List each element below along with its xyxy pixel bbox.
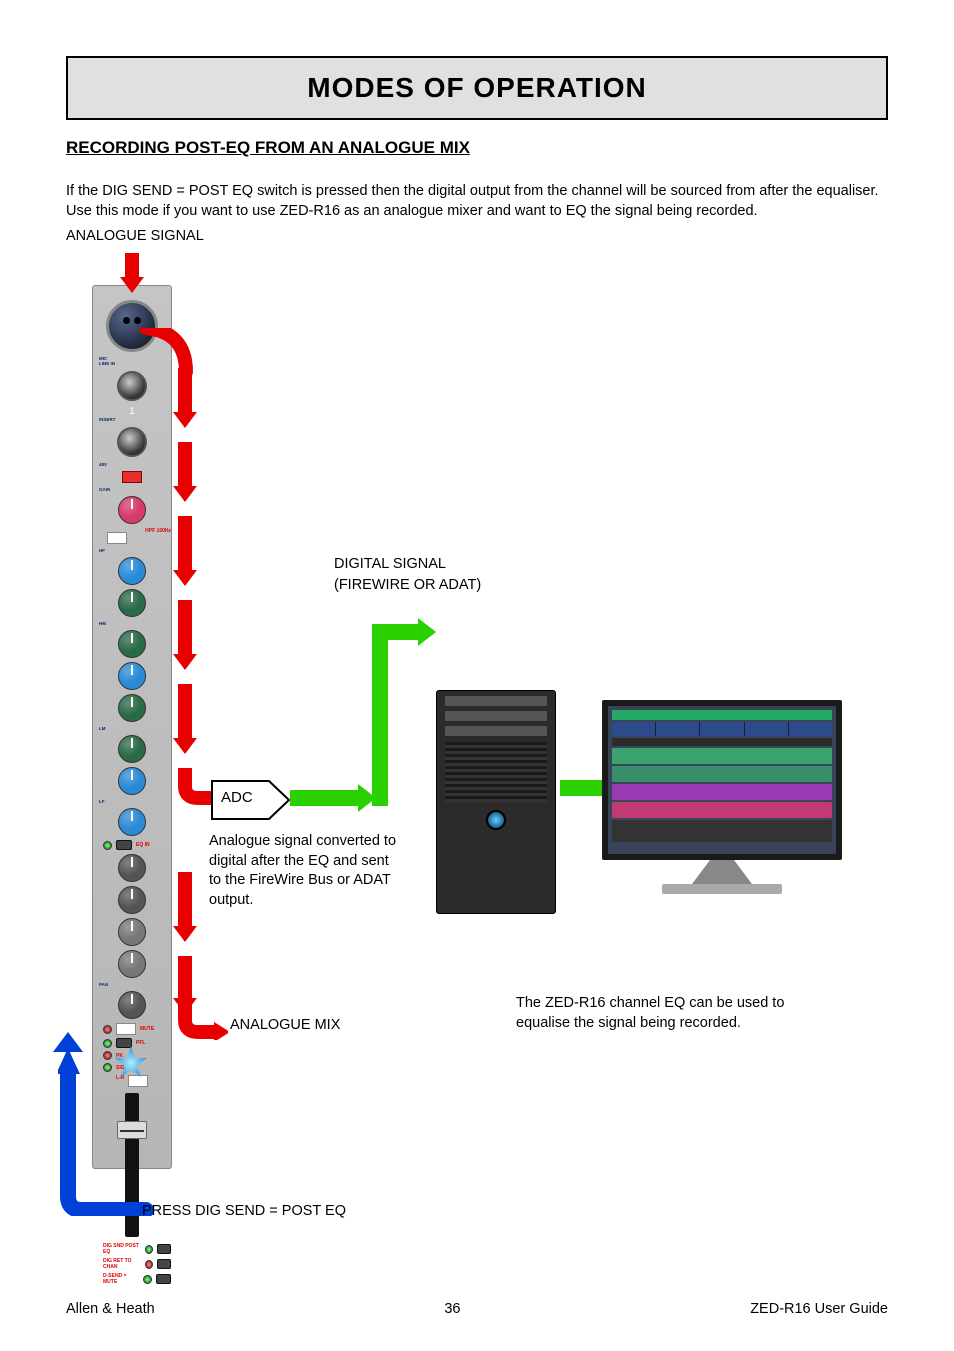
- section-heading: RECORDING POST-EQ FROM AN ANALOGUE MIX: [66, 138, 888, 158]
- eq-in-label: EQ IN: [136, 842, 150, 848]
- lf-label: LF: [99, 799, 105, 804]
- line-in-label: LINE IN: [99, 361, 115, 366]
- mute-led: [103, 1025, 112, 1034]
- signal-arrow-3-icon: [178, 516, 192, 572]
- dig-ret-label: DIG RET TO CHAN: [103, 1258, 141, 1270]
- mix-branch-arrow-icon: [178, 1002, 228, 1040]
- hm-label: HM: [99, 621, 106, 626]
- dig-send-pointer-arrow-icon: [58, 1046, 158, 1216]
- analogue-mix-label: ANALOGUE MIX: [230, 1016, 340, 1036]
- footer-left: Allen & Heath: [66, 1301, 155, 1317]
- phantom-switch: [122, 471, 142, 483]
- page-footer: Allen & Heath 36 ZED-R16 User Guide: [66, 1301, 888, 1317]
- digret-led: [145, 1260, 153, 1269]
- hm-freq-knob: [118, 630, 146, 658]
- page-title-box: MODES OF OPERATION: [66, 56, 888, 120]
- lm-freq-knob: [118, 735, 146, 763]
- signal-arrow-6-icon: [178, 872, 192, 928]
- signal-arrow-7-icon: [178, 956, 192, 1000]
- hm-q-knob: [118, 662, 146, 690]
- dig-send-posteq-label: DIG SND POST EQ: [103, 1243, 141, 1255]
- footer-page-number: 36: [444, 1301, 460, 1317]
- lm-q-knob: [118, 767, 146, 795]
- hf-knob: [118, 557, 146, 585]
- gain-label: GAIN: [99, 487, 110, 492]
- aux2-knob: [118, 886, 146, 914]
- digret-button: [157, 1259, 171, 1269]
- digital-signal-label-1: DIGITAL SIGNAL: [334, 555, 446, 575]
- dsend-mute-label: D-SEND = MUTE: [103, 1273, 139, 1285]
- pad-switch: [107, 532, 127, 544]
- adc-out-arrow-icon: [290, 790, 360, 806]
- eq-in-led: [103, 841, 112, 850]
- pan-knob: [118, 991, 146, 1019]
- eq-in-button: [116, 840, 132, 850]
- channel-strip: MIC LINE IN 1 INSERT 48V GAIN HPF 100Hz …: [92, 285, 172, 1169]
- posteq-led: [145, 1245, 153, 1254]
- digital-signal-label-2: (FIREWIRE OR ADAT): [334, 576, 481, 596]
- xlr-curve-arrow-icon: [138, 328, 198, 376]
- signal-arrow-5-icon: [178, 684, 192, 740]
- power-button-icon: [486, 810, 506, 830]
- page-title: MODES OF OPERATION: [68, 72, 886, 104]
- v48-label: 48V: [99, 462, 107, 467]
- digital-right1-arrow-icon: [372, 624, 420, 640]
- dsendmute-led: [143, 1275, 152, 1284]
- insert-label: INSERT: [99, 417, 116, 422]
- input-arrow-icon: [125, 253, 139, 279]
- press-dig-send-label: PRESS DIG SEND = POST EQ: [142, 1202, 346, 1222]
- aux3-knob: [118, 918, 146, 946]
- adc-caption: Analogue signal converted to digital aft…: [209, 832, 399, 910]
- analogue-signal-label: ANALOGUE SIGNAL: [66, 228, 204, 244]
- lf-knob: [118, 808, 146, 836]
- aux1-knob: [118, 854, 146, 882]
- signal-arrow-4-icon: [178, 600, 192, 656]
- channel-number: 1: [93, 406, 171, 417]
- hm-gain-knob: [118, 589, 146, 617]
- insert-jack: [117, 427, 147, 457]
- hpf-label: HPF 100Hz: [145, 528, 171, 548]
- digital-up-arrow-icon: [372, 640, 388, 806]
- mute-switch: [116, 1023, 136, 1035]
- monitor: [602, 700, 842, 910]
- dsendmute-button: [156, 1274, 171, 1284]
- lm-label: LM: [99, 726, 106, 731]
- gain-knob: [118, 496, 146, 524]
- mute-label: MUTE: [140, 1026, 154, 1032]
- footer-right: ZED-R16 User Guide: [750, 1301, 888, 1317]
- signal-arrow-2-icon: [178, 442, 192, 488]
- eq-caption: The ZED-R16 channel EQ can be used to eq…: [516, 994, 806, 1033]
- pan-label: PAN: [99, 982, 108, 987]
- computer-tower: [436, 690, 556, 914]
- intro-paragraph: If the DIG SEND = POST EQ switch is pres…: [66, 182, 888, 221]
- aux4-knob: [118, 950, 146, 978]
- lm-gain-knob: [118, 694, 146, 722]
- daw-screenshot: [602, 700, 842, 860]
- hf-label: HF: [99, 548, 105, 553]
- adc-label: ADC: [221, 789, 253, 806]
- posteq-button: [157, 1244, 171, 1254]
